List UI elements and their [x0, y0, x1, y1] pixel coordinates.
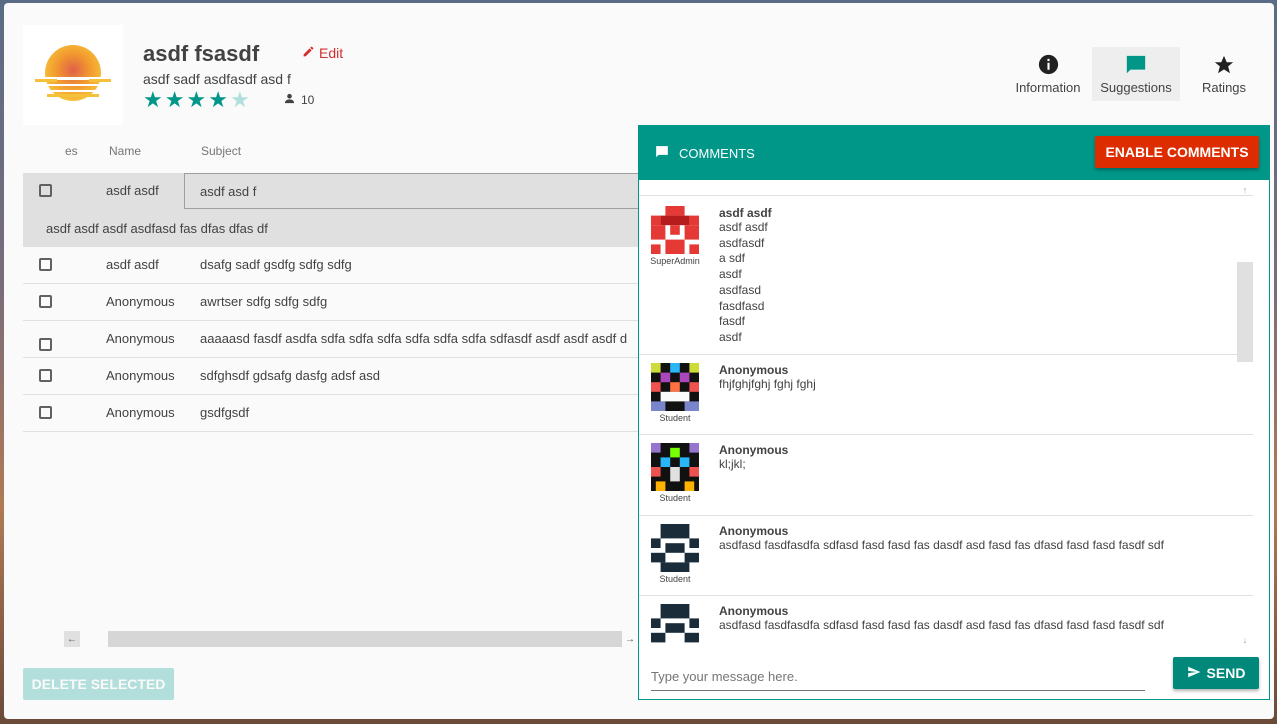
- row-subject: dsafg sadf gsdfg sdfg sdfg: [200, 257, 352, 272]
- row-checkbox[interactable]: [23, 395, 106, 419]
- row-name: asdf asdf: [106, 257, 159, 272]
- enable-comments-button[interactable]: ENABLE COMMENTS: [1095, 136, 1259, 168]
- row-name: Anonymous: [106, 368, 175, 383]
- row-checkbox[interactable]: [23, 321, 106, 351]
- send-icon: [1187, 665, 1201, 682]
- tab-information[interactable]: Information: [1004, 47, 1092, 101]
- person-icon: [284, 93, 295, 107]
- participant-count-value: 10: [301, 93, 315, 107]
- delete-selected-button[interactable]: DELETE SELECTED: [23, 668, 174, 700]
- comment-item: SuperAdmin asdf asdf asdf asdf asdfasdf …: [639, 196, 1253, 355]
- table-row[interactable]: Anonymous aaaaasd fasdf asdfa sdfa sdfa …: [23, 321, 639, 358]
- comments-panel: COMMENTS ENABLE COMMENTS SuperAdmin asdf…: [638, 125, 1270, 700]
- table-row[interactable]: asdf asdf dsafg sadf gsdfg sdfg sdfg: [23, 247, 639, 284]
- comment-author: Anonymous: [719, 603, 789, 618]
- scroll-up-icon[interactable]: ↑: [1237, 182, 1253, 198]
- comment-text: kl;jkl;: [719, 456, 746, 471]
- comment-item: Student Anonymous kl;jkl;: [639, 435, 1253, 516]
- row-subject: awrtser sdfg sdfg sdfg: [200, 294, 328, 309]
- comment-text: asdfasd fasdfasdfa sdfasd fasd fasd fas …: [719, 617, 1164, 632]
- row-subject: asdf asd f: [184, 173, 639, 209]
- comment-text: fhjfghjfghj fghj fghj: [719, 376, 816, 391]
- tab-suggestions-label: Suggestions: [1100, 79, 1172, 95]
- avatar: Student: [647, 362, 703, 424]
- comment-icon: [655, 145, 669, 162]
- scroll-thumb[interactable]: [1237, 262, 1253, 362]
- row-subject: aaaaasd fasdf asdfa sdfa sdfa sdfa sdfa …: [200, 331, 628, 346]
- row-checkbox[interactable]: [23, 247, 106, 271]
- row-checkbox[interactable]: [23, 284, 106, 308]
- view-tabs: Information Suggestions Ratings: [1004, 47, 1268, 101]
- page-title: asdf fsasdf: [143, 41, 260, 66]
- comments-title: COMMENTS: [679, 145, 755, 161]
- comment-author: Anonymous: [719, 442, 789, 457]
- table-row[interactable]: Anonymous sdfghsdf gdsafg dasfg adsf asd: [23, 358, 639, 395]
- subject-column-header[interactable]: Subject: [200, 144, 241, 158]
- suggestions-table: es Name Subject asdf asdf asdf asd f asd…: [23, 128, 639, 432]
- avatar: Student: [647, 442, 703, 507]
- message-input[interactable]: [651, 663, 1145, 691]
- comments-header: COMMENTS ENABLE COMMENTS: [639, 126, 1269, 180]
- row-name: Anonymous: [106, 331, 175, 346]
- send-button[interactable]: SEND: [1173, 657, 1259, 689]
- scroll-left-icon[interactable]: ←: [64, 631, 80, 647]
- row-name: Anonymous: [106, 405, 175, 420]
- edit-label: Edit: [319, 45, 344, 61]
- avatar: SuperAdmin: [647, 206, 703, 346]
- avatar: [647, 603, 703, 648]
- star-icon: [1213, 54, 1235, 76]
- comment-item: Student Anonymous fhjfghjfghj fghj fghj: [639, 355, 1253, 435]
- rating-star-icon: ★: [143, 87, 163, 112]
- row-subject: sdfghsdf gdsafg dasfg adsf asd: [200, 368, 380, 383]
- scroll-right-icon[interactable]: →: [622, 631, 638, 647]
- comment-role: Student: [659, 412, 691, 423]
- comment-role: Student: [659, 573, 691, 584]
- row-subject: gsdfgsdf: [200, 405, 250, 420]
- page-subtitle: asdf sadf asdfasdf asd f: [143, 71, 291, 87]
- comment-item: Student Anonymous asdfasd fasdfasdfa sdf…: [639, 516, 1253, 596]
- comment-role: SuperAdmin: [650, 256, 700, 266]
- table-horizontal-scrollbar[interactable]: ← →: [64, 631, 638, 647]
- sunset-logo: [23, 25, 123, 125]
- edit-button[interactable]: Edit: [302, 45, 343, 61]
- comment-author: Anonymous: [719, 523, 789, 538]
- scroll-down-icon[interactable]: ↓: [1237, 632, 1253, 648]
- row-checkbox[interactable]: [23, 173, 106, 197]
- row-checkbox[interactable]: [23, 358, 106, 382]
- checkbox-column-header: es: [65, 143, 78, 158]
- info-icon: [1038, 54, 1059, 76]
- comment-author: Anonymous: [719, 362, 789, 377]
- table-header: es Name Subject: [23, 128, 639, 173]
- row-name: Anonymous: [106, 294, 175, 309]
- comment-author: asdf asdf: [719, 206, 772, 220]
- comment-text: asdf asdf asdfasdf a sdf asdf asdfasd fa…: [719, 220, 768, 344]
- comment-text: asdfasd fasdfasdfa sdfasd fasd fasd fas …: [719, 537, 1164, 552]
- scroll-thumb[interactable]: [108, 631, 622, 647]
- tab-suggestions[interactable]: Suggestions: [1092, 47, 1180, 101]
- rating-star-icon: ★: [186, 87, 207, 112]
- rating-stars: ★ ★ ★ ★ ★: [143, 89, 250, 111]
- tab-ratings[interactable]: Ratings: [1180, 47, 1268, 101]
- row-detail: asdf asdf asdf asdfasd fas dfas dfas df: [23, 210, 639, 247]
- avatar: Student: [647, 523, 703, 587]
- rating-star-icon: ★: [229, 87, 250, 112]
- suggestion-card: asdf fsasdf Edit asdf sadf asdfasdf asd …: [4, 3, 1274, 719]
- comment-role: Student: [659, 492, 691, 503]
- table-row[interactable]: Anonymous gsdfgsdf: [23, 395, 639, 432]
- name-column-header[interactable]: Name: [106, 144, 200, 158]
- tab-ratings-label: Ratings: [1201, 79, 1247, 95]
- comment-item: Anonymous asdfasd fasdfasdfa sdfasd fasd…: [639, 596, 1253, 648]
- participant-count: 10: [284, 93, 314, 107]
- tab-information-label: Information: [1015, 79, 1081, 95]
- comments-vertical-scrollbar[interactable]: ↑ ↓: [1237, 182, 1253, 648]
- rating-star-icon: ★: [164, 87, 185, 112]
- send-label: SEND: [1206, 665, 1246, 681]
- pencil-icon: [302, 45, 315, 61]
- table-row[interactable]: asdf asdf asdf asd f: [23, 173, 639, 210]
- comment-list: SuperAdmin asdf asdf asdf asdf asdfasdf …: [639, 180, 1253, 648]
- chat-icon: [1125, 54, 1147, 76]
- rating-star-icon: ★: [208, 87, 228, 112]
- table-row[interactable]: Anonymous awrtser sdfg sdfg sdfg: [23, 284, 639, 321]
